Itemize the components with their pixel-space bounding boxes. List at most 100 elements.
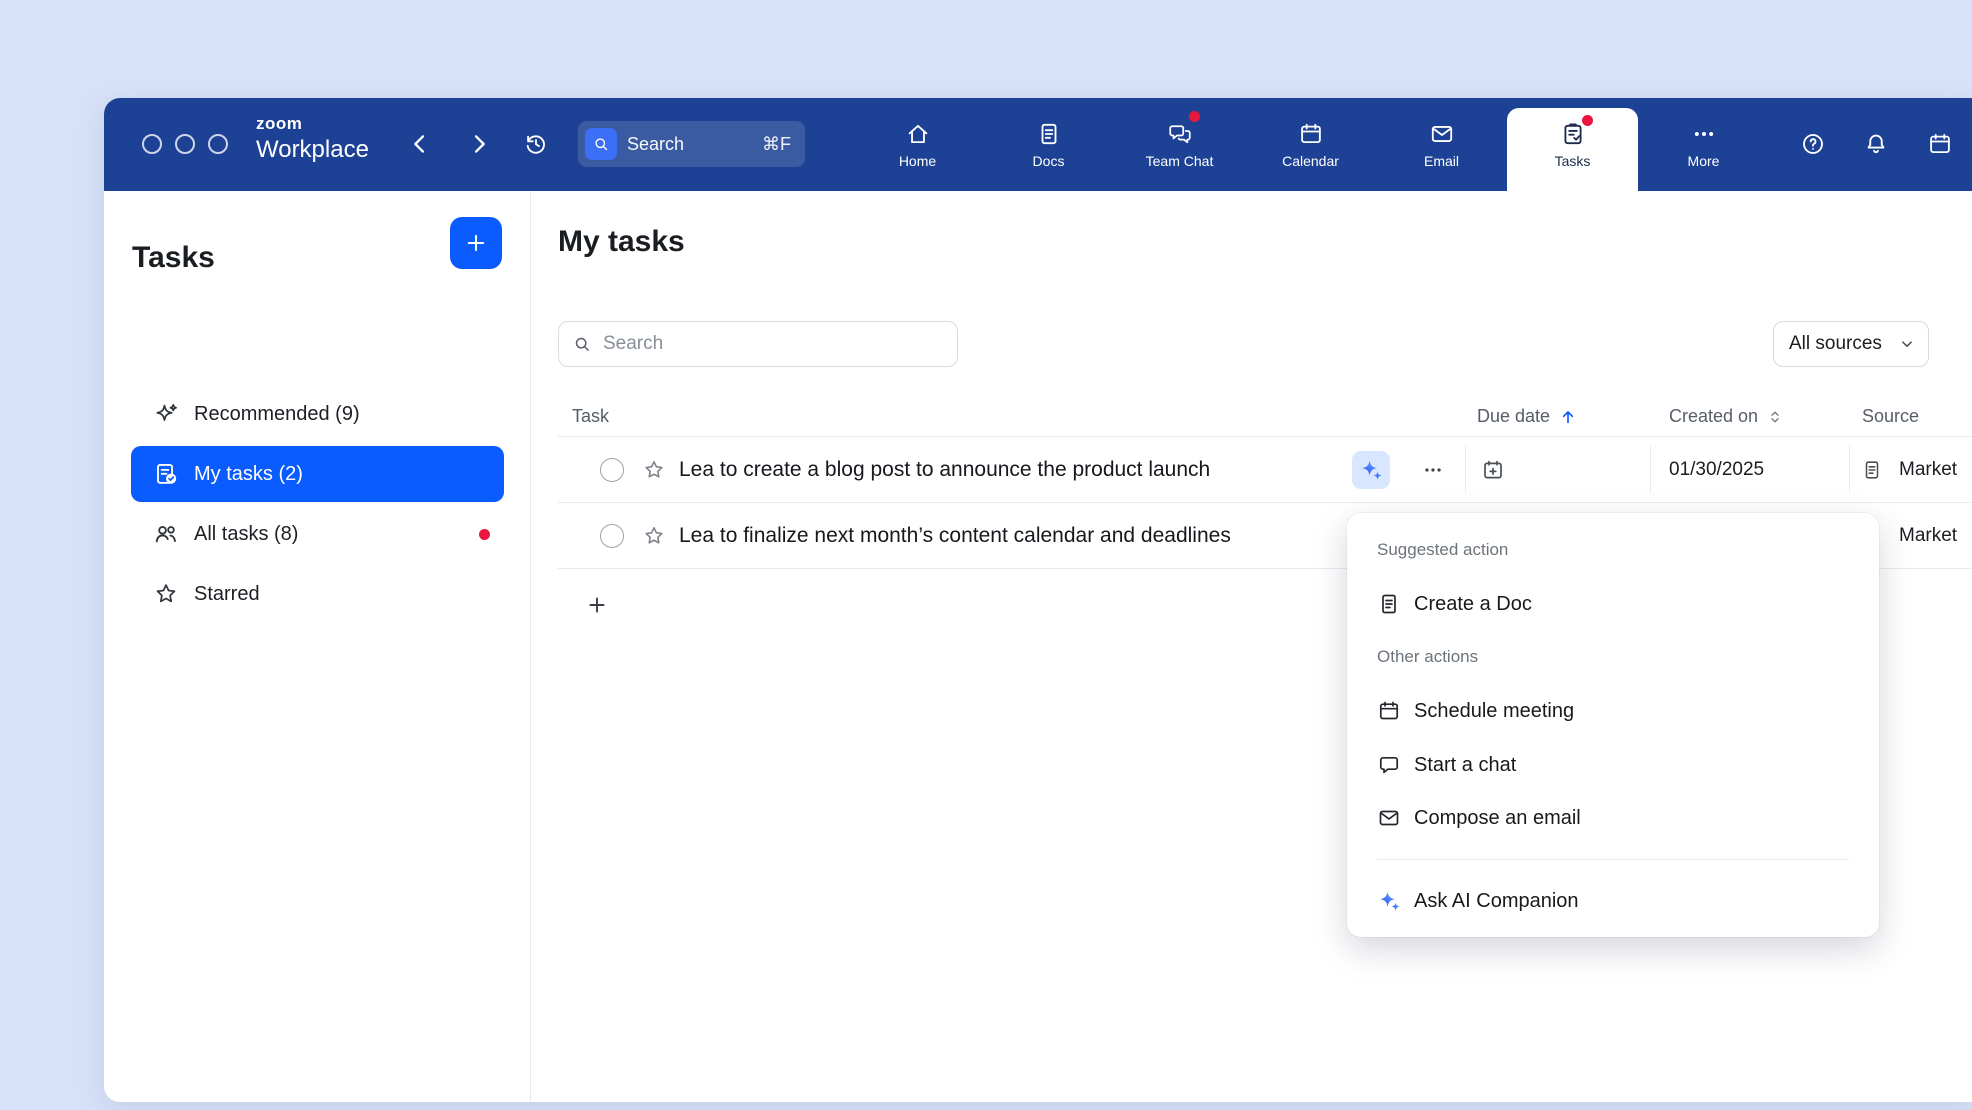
task-title[interactable]: Lea to create a blog post to announce th… — [679, 437, 1210, 503]
tasks-icon — [1560, 121, 1586, 147]
nav-home[interactable]: Home — [852, 98, 983, 191]
tasks-search-input[interactable] — [558, 321, 958, 367]
team-chat-icon — [1167, 121, 1193, 147]
menu-item-schedule-meeting[interactable]: Schedule meeting — [1355, 689, 1871, 733]
nav-docs[interactable]: Docs — [983, 98, 1114, 191]
calendar-date-icon — [1927, 131, 1953, 157]
window-control-dot[interactable] — [208, 134, 228, 154]
nav-more[interactable]: More — [1638, 98, 1769, 191]
ellipsis-icon — [1422, 459, 1444, 481]
menu-item-create-doc[interactable]: Create a Doc — [1355, 582, 1871, 626]
table-row[interactable]: Lea to create a blog post to announce th… — [558, 437, 1972, 503]
email-icon — [1429, 121, 1455, 147]
menu-item-ask-ai-companion[interactable]: Ask AI Companion — [1355, 879, 1871, 923]
source-value[interactable]: Market — [1899, 503, 1957, 569]
menu-section-label: Suggested action — [1377, 538, 1508, 562]
row-more-button[interactable] — [1414, 451, 1452, 489]
calendar-icon — [1377, 699, 1401, 723]
tasks-sidebar: Tasks Recommended (9) My tasks (2) All t… — [104, 191, 531, 1102]
search-icon — [592, 135, 610, 153]
workplace-wordmark: Workplace — [256, 138, 369, 162]
nav-back-button[interactable] — [405, 129, 435, 159]
app-window: zoom Workplace Search ⌘F Home D — [104, 98, 1972, 1102]
zoom-workplace-logo: zoom Workplace — [256, 115, 369, 162]
bell-icon — [1863, 131, 1889, 157]
notification-dot — [1582, 115, 1593, 126]
sidebar-title: Tasks — [132, 243, 215, 273]
cell-divider — [1650, 446, 1651, 493]
window-control-dot[interactable] — [142, 134, 162, 154]
add-due-date-icon[interactable] — [1481, 458, 1505, 482]
chevron-down-icon — [1898, 335, 1916, 353]
chat-bubble-icon — [1377, 753, 1401, 777]
notification-dot — [1189, 111, 1200, 122]
sort-toggle-icon[interactable] — [1766, 408, 1784, 426]
help-button[interactable] — [1797, 128, 1829, 160]
star-icon[interactable] — [642, 458, 666, 482]
global-search[interactable]: Search ⌘F — [578, 121, 805, 167]
star-icon[interactable] — [642, 524, 666, 548]
nav-calendar[interactable]: Calendar — [1245, 98, 1376, 191]
column-header-task[interactable]: Task — [572, 396, 609, 437]
table-header: Task Due date Created on Source — [558, 396, 1972, 437]
docs-icon — [1036, 121, 1062, 147]
source-value[interactable]: Market — [1899, 437, 1957, 503]
nav-email[interactable]: Email — [1376, 98, 1507, 191]
sidebar-item-starred[interactable]: Starred — [131, 566, 504, 622]
plus-icon — [585, 593, 609, 617]
history-clock-icon — [523, 131, 549, 157]
cell-divider — [1849, 446, 1850, 493]
menu-item-compose-email[interactable]: Compose an email — [1355, 796, 1871, 840]
history-button[interactable] — [521, 129, 551, 159]
chevron-right-icon — [465, 130, 493, 158]
window-control-dot[interactable] — [175, 134, 195, 154]
zoom-wordmark: zoom — [256, 115, 369, 132]
sources-filter-dropdown[interactable]: All sources — [1773, 321, 1929, 367]
sparkle-icon — [153, 401, 179, 427]
task-complete-checkbox[interactable] — [600, 458, 624, 482]
notifications-button[interactable] — [1860, 128, 1892, 160]
cell-divider — [1465, 446, 1466, 493]
ai-companion-button[interactable] — [1352, 451, 1390, 489]
people-icon — [153, 521, 179, 547]
search-icon-chip — [585, 128, 617, 160]
notification-dot — [479, 529, 490, 540]
nav-tasks[interactable]: Tasks — [1507, 108, 1638, 191]
star-icon — [153, 581, 179, 607]
my-tasks-panel: My tasks All sources Task Due date Creat… — [531, 191, 1972, 1102]
column-header-due-date[interactable]: Due date — [1477, 396, 1578, 437]
add-row-button[interactable] — [579, 587, 615, 623]
sidebar-item-all-tasks[interactable]: All tasks (8) — [131, 506, 504, 562]
nav-forward-button[interactable] — [464, 129, 494, 159]
doc-icon — [1377, 592, 1401, 616]
date-button[interactable] — [1924, 128, 1956, 160]
menu-section-label: Other actions — [1377, 645, 1478, 669]
help-icon — [1800, 131, 1826, 157]
primary-nav: Home Docs Team Chat Calendar Email — [852, 98, 1769, 191]
suggested-actions-menu: Suggested action Create a Doc Other acti… — [1347, 513, 1879, 937]
created-on-value: 01/30/2025 — [1669, 437, 1764, 503]
menu-divider — [1377, 859, 1849, 860]
email-icon — [1377, 806, 1401, 830]
page-title: My tasks — [558, 227, 685, 257]
task-title[interactable]: Lea to finalize next month’s content cal… — [679, 503, 1231, 569]
chevron-left-icon — [406, 130, 434, 158]
source-doc-icon — [1861, 459, 1883, 481]
task-list-check-icon — [153, 461, 179, 487]
sidebar-item-recommended[interactable]: Recommended (9) — [131, 386, 504, 442]
home-icon — [905, 121, 931, 147]
calendar-icon — [1298, 121, 1324, 147]
ai-sparkle-icon — [1359, 458, 1383, 482]
nav-team-chat[interactable]: Team Chat — [1114, 98, 1245, 191]
column-header-source[interactable]: Source — [1862, 396, 1919, 437]
sidebar-item-my-tasks[interactable]: My tasks (2) — [131, 446, 504, 502]
plus-icon — [463, 230, 489, 256]
window-controls[interactable] — [142, 134, 228, 154]
sort-ascending-icon[interactable] — [1558, 407, 1578, 427]
column-header-created-on[interactable]: Created on — [1669, 396, 1784, 437]
menu-item-start-chat[interactable]: Start a chat — [1355, 743, 1871, 787]
task-complete-checkbox[interactable] — [600, 524, 624, 548]
add-task-button[interactable] — [450, 217, 502, 269]
more-dots-icon — [1691, 121, 1717, 147]
search-shortcut: ⌘F — [762, 134, 791, 155]
